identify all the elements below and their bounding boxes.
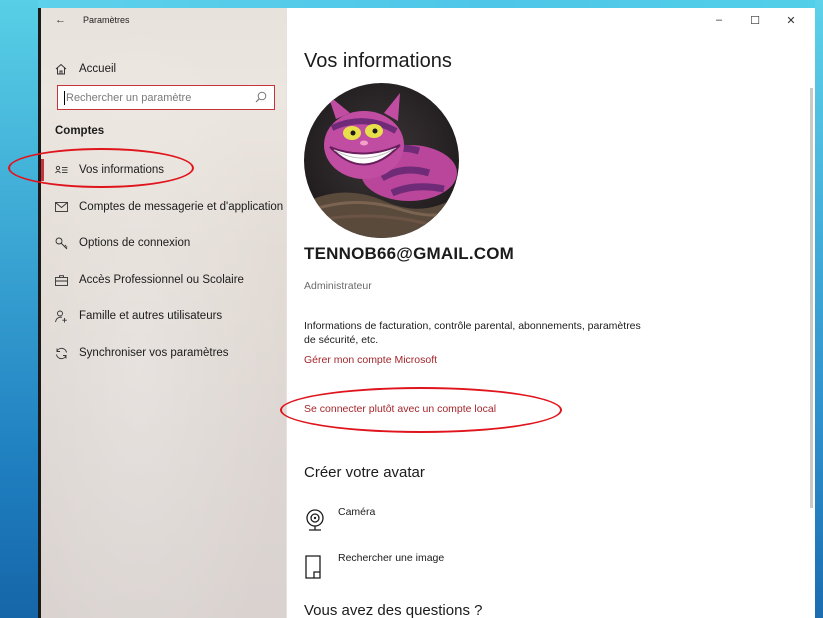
sidebar-item-work-school[interactable]: Accès Professionnel ou Scolaire [55, 268, 244, 292]
sidebar-item-label: Accueil [79, 63, 117, 75]
text-caret [64, 90, 65, 105]
title-bar: ← Paramètres [55, 12, 130, 28]
sidebar-item-sign-in-options[interactable]: Options de connexion [55, 231, 190, 255]
desktop-background [0, 0, 38, 618]
browse-image-label: Rechercher une image [338, 552, 445, 564]
person-card-icon [55, 164, 77, 176]
sidebar-item-label: Comptes de messagerie et d'application [79, 201, 284, 213]
minimize-button[interactable]: – [701, 10, 737, 30]
account-role: Administrateur [304, 280, 372, 292]
sidebar-item-email-accounts[interactable]: Comptes de messagerie et d'application [55, 195, 283, 219]
account-email: TENNOB66@GMAIL.COM [304, 244, 515, 263]
camera-label: Caméra [338, 506, 376, 518]
sync-icon [55, 347, 77, 360]
questions-heading: Vous avez des questions ? [304, 602, 483, 618]
maximize-button[interactable]: ☐ [737, 10, 773, 30]
browse-image-option[interactable]: Rechercher une image [304, 552, 445, 585]
key-icon [55, 237, 77, 250]
sidebar-item-label: Synchroniser vos paramètres [79, 347, 229, 359]
search-input[interactable] [66, 91, 246, 104]
sidebar-item-home[interactable]: Accueil [55, 57, 116, 81]
camera-icon [304, 508, 326, 537]
search-box[interactable] [57, 85, 275, 110]
local-account-link[interactable]: Se connecter plutôt avec un compte local [304, 403, 496, 415]
search-icon[interactable] [254, 90, 268, 104]
avatar-section-title: Créer votre avatar [304, 464, 425, 481]
briefcase-icon [55, 274, 77, 286]
mail-icon [55, 202, 77, 212]
billing-info-text: Informations de facturation, contrôle pa… [304, 320, 641, 346]
sidebar-item-label: Famille et autres utilisateurs [79, 310, 223, 322]
sidebar-item-your-info[interactable]: Vos informations [55, 158, 164, 182]
settings-window: ← Paramètres Accueil Comptes Vos informa… [38, 8, 815, 618]
sidebar-item-label: Vos informations [79, 164, 165, 176]
add-person-icon [55, 310, 77, 323]
page-title: Vos informations [304, 50, 452, 72]
manage-account-link[interactable]: Gérer mon compte Microsoft [304, 354, 437, 366]
home-icon [55, 63, 77, 75]
close-button[interactable]: ✕ [773, 10, 809, 30]
sidebar-item-label: Options de connexion [79, 237, 191, 249]
sidebar-item-family[interactable]: Famille et autres utilisateurs [55, 304, 222, 328]
desktop-top-strip [0, 0, 823, 8]
main-content: – ☐ ✕ Vos informations TENNOB66@GMAIL.CO… [287, 8, 815, 618]
desktop-background-right [815, 0, 823, 618]
sidebar: ← Paramètres Accueil Comptes Vos informa… [41, 8, 287, 618]
camera-option[interactable]: Caméra [304, 506, 376, 537]
avatar [304, 83, 459, 238]
section-title: Comptes [55, 125, 105, 137]
app-title: Paramètres [83, 15, 130, 25]
back-arrow-icon[interactable]: ← [55, 14, 73, 26]
browse-image-icon [304, 554, 326, 585]
sidebar-item-sync[interactable]: Synchroniser vos paramètres [55, 341, 229, 365]
selected-indicator [41, 159, 44, 181]
sidebar-item-label: Accès Professionnel ou Scolaire [79, 274, 244, 286]
scrollbar[interactable] [810, 88, 813, 508]
window-controls: – ☐ ✕ [701, 10, 809, 30]
